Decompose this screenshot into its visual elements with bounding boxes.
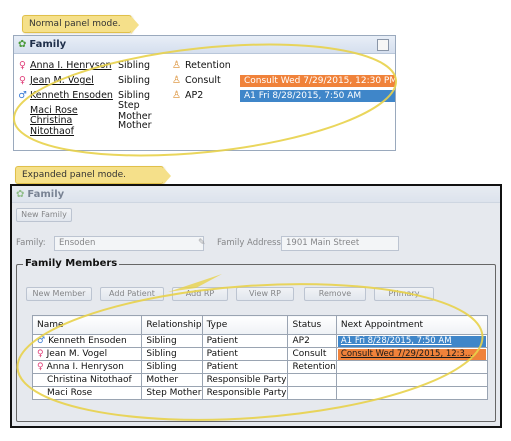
expanded-mode-callout: Expanded panel mode. [15, 166, 171, 185]
status-cell: Consult [287, 347, 337, 361]
status-cell [287, 386, 337, 400]
member-relationship: Sibling [118, 75, 151, 86]
family-group-icon: ✿ [18, 39, 27, 50]
family-panel-normal: ✿ Family ♀ Anna I. Henryson Sibling ♙ Ret… [13, 35, 396, 151]
panel-header: ✿ Family [14, 36, 395, 54]
table-row[interactable]: Maci Rose Step Mother Responsible Party [31, 386, 489, 400]
callout-label: Normal panel mode. [29, 19, 121, 29]
toolbar-button[interactable]: View RP [236, 287, 294, 301]
family-address-input[interactable]: 1901 Main Street [281, 236, 399, 251]
new-family-button[interactable]: New Family [16, 208, 72, 222]
male-icon: ♂ [18, 90, 27, 101]
toolbar-button[interactable]: New Member [26, 287, 92, 301]
member-type: Consult [184, 75, 221, 86]
status-cell: AP2 [287, 334, 337, 348]
column-header[interactable]: Status [287, 315, 337, 335]
member-name-link[interactable]: Christina Nitothaof [30, 115, 118, 137]
column-header[interactable]: Next Appointment [335, 315, 489, 335]
appointment-link[interactable]: Consult Wed 7/29/2015, 12:3... [337, 348, 486, 360]
relationship-cell: Step Mother [141, 386, 203, 400]
column-header[interactable]: Relationship [141, 315, 203, 335]
member-name: Jean M. Vogel [46, 349, 108, 359]
member-name-cell: Maci Rose [31, 386, 143, 400]
edit-pencil-icon[interactable]: ✎ [198, 238, 206, 248]
member-name-cell: ♂ Kenneth Ensoden [31, 334, 143, 348]
family-group-icon: ✿ [16, 188, 25, 200]
family-members-grid: Name Relationship Type Status Next Appointme… [31, 315, 489, 400]
family-name-input[interactable]: Ensoden [54, 236, 204, 251]
type-cell: Responsible Party [201, 386, 289, 400]
table-row[interactable]: ♀ Anna I. Henryson Sibling Patient Retent… [31, 360, 489, 374]
type-cell: Patient [201, 360, 289, 374]
appointment-link[interactable]: A1 Fri 8/28/2015, 7:50 AM [337, 335, 486, 347]
member-name-link[interactable]: Jean M. Vogel [30, 75, 118, 86]
member-relationship: Mother [118, 120, 152, 131]
member-name: Kenneth Ensoden [48, 336, 127, 346]
status-cell: Retention [287, 360, 337, 374]
family-label: Family: [16, 238, 46, 248]
female-icon: ♀ [37, 362, 44, 372]
family-panel-expanded: ✿ Family New Family Family: Ensoden ✎ Fa… [10, 184, 502, 428]
panel-header: ✿ Family [12, 186, 500, 203]
appointment-badge[interactable]: Consult Wed 7/29/2015, 12:30 PM [240, 74, 395, 87]
family-address-label: Family Address: [217, 238, 284, 248]
panel-title: Family [27, 188, 65, 200]
panel-title: Family [29, 39, 67, 50]
table-row[interactable]: ♀ Jean M. Vogel Sibling Patient Consult C… [31, 347, 489, 361]
normal-mode-callout: Normal panel mode. [22, 15, 139, 34]
female-icon: ♀ [19, 75, 26, 86]
patient-person-icon: ♙ [172, 90, 181, 101]
member-name-cell: ♀ Anna I. Henryson [31, 360, 143, 374]
member-name-link[interactable]: Kenneth Ensoden [30, 90, 118, 101]
member-name: Maci Rose [47, 388, 93, 398]
female-icon: ♀ [37, 349, 44, 359]
type-cell: Patient [201, 347, 289, 361]
family-member-row: ♀ Anna I. Henryson Sibling ♙ Retention [18, 59, 240, 72]
next-appointment-cell: A1 Fri 8/28/2015, 7:50 AM [335, 334, 489, 348]
status-cell [287, 373, 337, 387]
member-type: AP2 [184, 90, 204, 101]
toolbar-button[interactable]: Remove [304, 287, 366, 301]
family-members-title: Family Members [23, 258, 120, 269]
toolbar-button[interactable]: Add Patient [100, 287, 164, 301]
next-appointment-cell: Consult Wed 7/29/2015, 12:3... [335, 347, 489, 361]
next-appointment-cell [335, 386, 489, 400]
member-relationship: Sibling [118, 60, 151, 71]
member-name: Christina Nitothaof [47, 375, 132, 385]
expand-panel-checkbox[interactable] [377, 39, 389, 51]
callout-label: Expanded panel mode. [22, 170, 126, 180]
relationship-cell: Sibling [141, 360, 203, 374]
family-member-row: Christina Nitothaof Mother [18, 115, 240, 137]
member-type: Retention [184, 60, 231, 71]
next-appointment-cell [335, 360, 489, 374]
toolbar-button[interactable]: Add RP [172, 287, 228, 301]
appointment-badge[interactable]: A1 Fri 8/28/2015, 7:50 AM [240, 89, 395, 102]
member-name-cell: ♀ Jean M. Vogel [31, 347, 143, 361]
family-member-row: ♂ Kenneth Ensoden Sibling ♙ AP2 A1 Fri 8/… [18, 89, 395, 102]
patient-person-icon: ♙ [172, 60, 181, 71]
next-appointment-cell [335, 373, 489, 387]
table-row[interactable]: Christina Nitothaof Mother Responsible P… [31, 373, 489, 387]
family-member-row: ♀ Jean M. Vogel Sibling ♙ Consult Consult… [18, 74, 395, 87]
relationship-cell: Sibling [141, 347, 203, 361]
table-row[interactable]: ♂ Kenneth Ensoden Sibling Patient AP2 A1 … [31, 334, 489, 348]
relationship-cell: Sibling [141, 334, 203, 348]
relationship-cell: Mother [141, 373, 203, 387]
toolbar-button[interactable]: Primary [374, 287, 434, 301]
column-header[interactable]: Type [201, 315, 289, 335]
grid-header-row: Name Relationship Type Status Next Appointme… [31, 315, 489, 335]
type-cell: Responsible Party [201, 373, 289, 387]
member-name-link[interactable]: Anna I. Henryson [30, 60, 118, 71]
male-icon: ♂ [37, 336, 46, 346]
member-name: Anna I. Henryson [46, 362, 124, 372]
member-name-cell: Christina Nitothaof [31, 373, 143, 387]
female-icon: ♀ [19, 60, 26, 71]
type-cell: Patient [201, 334, 289, 348]
column-header[interactable]: Name [31, 315, 143, 335]
patient-person-icon: ♙ [172, 75, 181, 86]
